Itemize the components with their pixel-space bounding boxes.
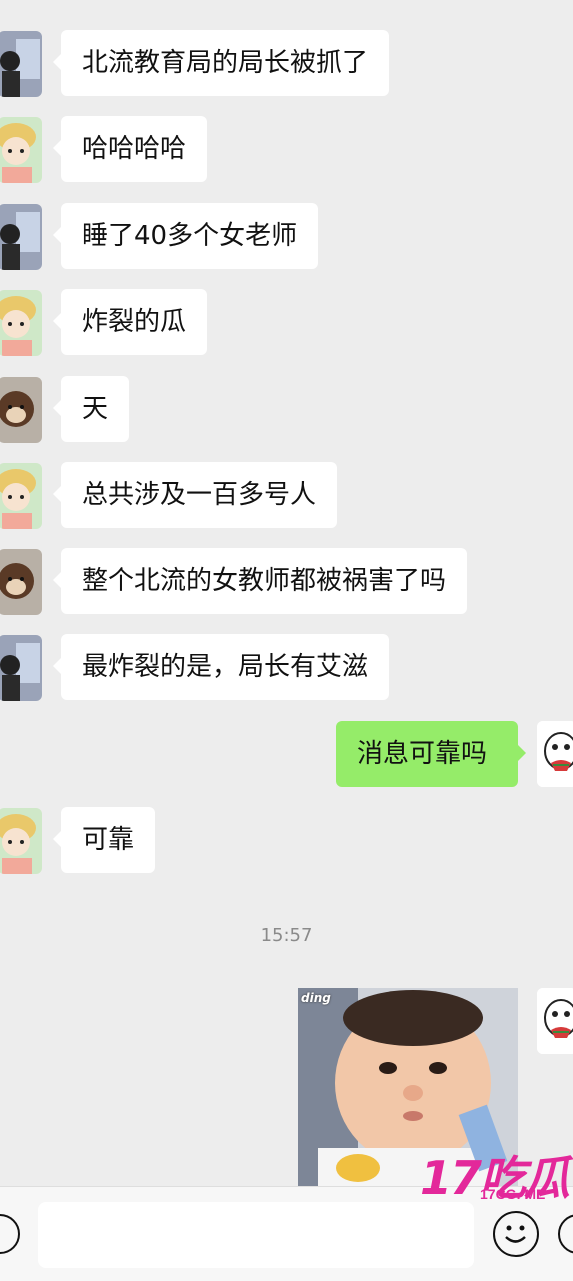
message-row: 最炸裂的是，局长有艾滋 <box>0 634 573 702</box>
sticker-caption: ding <box>301 991 331 1005</box>
bear-avatar[interactable] <box>0 549 42 615</box>
photo-avatar[interactable] <box>0 204 42 270</box>
message-bubble[interactable]: 天 <box>52 376 130 442</box>
message-bubble[interactable]: 北流教育局的局长被抓了 <box>52 30 390 96</box>
message-row: 总共涉及一百多号人 <box>0 462 573 530</box>
cartoon-girl-avatar[interactable] <box>0 117 42 183</box>
message-bubble[interactable]: 睡了40多个女老师 <box>52 203 319 269</box>
cartoon-girl-avatar[interactable] <box>0 290 42 356</box>
message-input[interactable] <box>38 1202 474 1268</box>
message-row: 睡了40多个女老师 <box>0 203 573 271</box>
message-row: 可靠 <box>0 807 573 875</box>
emoji-icon[interactable] <box>493 1211 539 1257</box>
cartoon-girl-avatar[interactable] <box>0 463 42 529</box>
message-bubble[interactable]: 可靠 <box>52 807 156 873</box>
message-timestamp: 15:57 <box>260 925 313 946</box>
voice-toggle-icon[interactable] <box>0 1214 20 1254</box>
meme-face-avatar[interactable] <box>537 988 573 1054</box>
message-row: 哈哈哈哈 <box>0 116 573 184</box>
message-row: 炸裂的瓜 <box>0 289 573 357</box>
message-bubble[interactable]: 哈哈哈哈 <box>52 116 208 182</box>
meme-face-avatar[interactable] <box>537 721 573 787</box>
message-row: 天 <box>0 376 573 444</box>
message-row-outgoing: 消息可靠吗 <box>0 721 573 789</box>
watermark-domain: 17CG. ME <box>480 1186 546 1202</box>
add-more-icon[interactable] <box>558 1214 573 1254</box>
message-bubble-outgoing[interactable]: 消息可靠吗 <box>336 721 526 787</box>
cartoon-girl-avatar[interactable] <box>0 808 42 874</box>
bear-avatar[interactable] <box>0 377 42 443</box>
message-bubble[interactable]: 整个北流的女教师都被祸害了吗 <box>52 548 468 614</box>
message-bubble[interactable]: 总共涉及一百多号人 <box>52 462 338 528</box>
message-bubble[interactable]: 最炸裂的是，局长有艾滋 <box>52 634 390 700</box>
message-bubble[interactable]: 炸裂的瓜 <box>52 289 208 355</box>
photo-avatar[interactable] <box>0 635 42 701</box>
site-watermark: 17吃瓜 17CG. ME <box>420 1148 570 1205</box>
message-row: 整个北流的女教师都被祸害了吗 <box>0 548 573 616</box>
photo-avatar[interactable] <box>0 31 42 97</box>
message-row: 北流教育局的局长被抓了 <box>0 30 573 98</box>
